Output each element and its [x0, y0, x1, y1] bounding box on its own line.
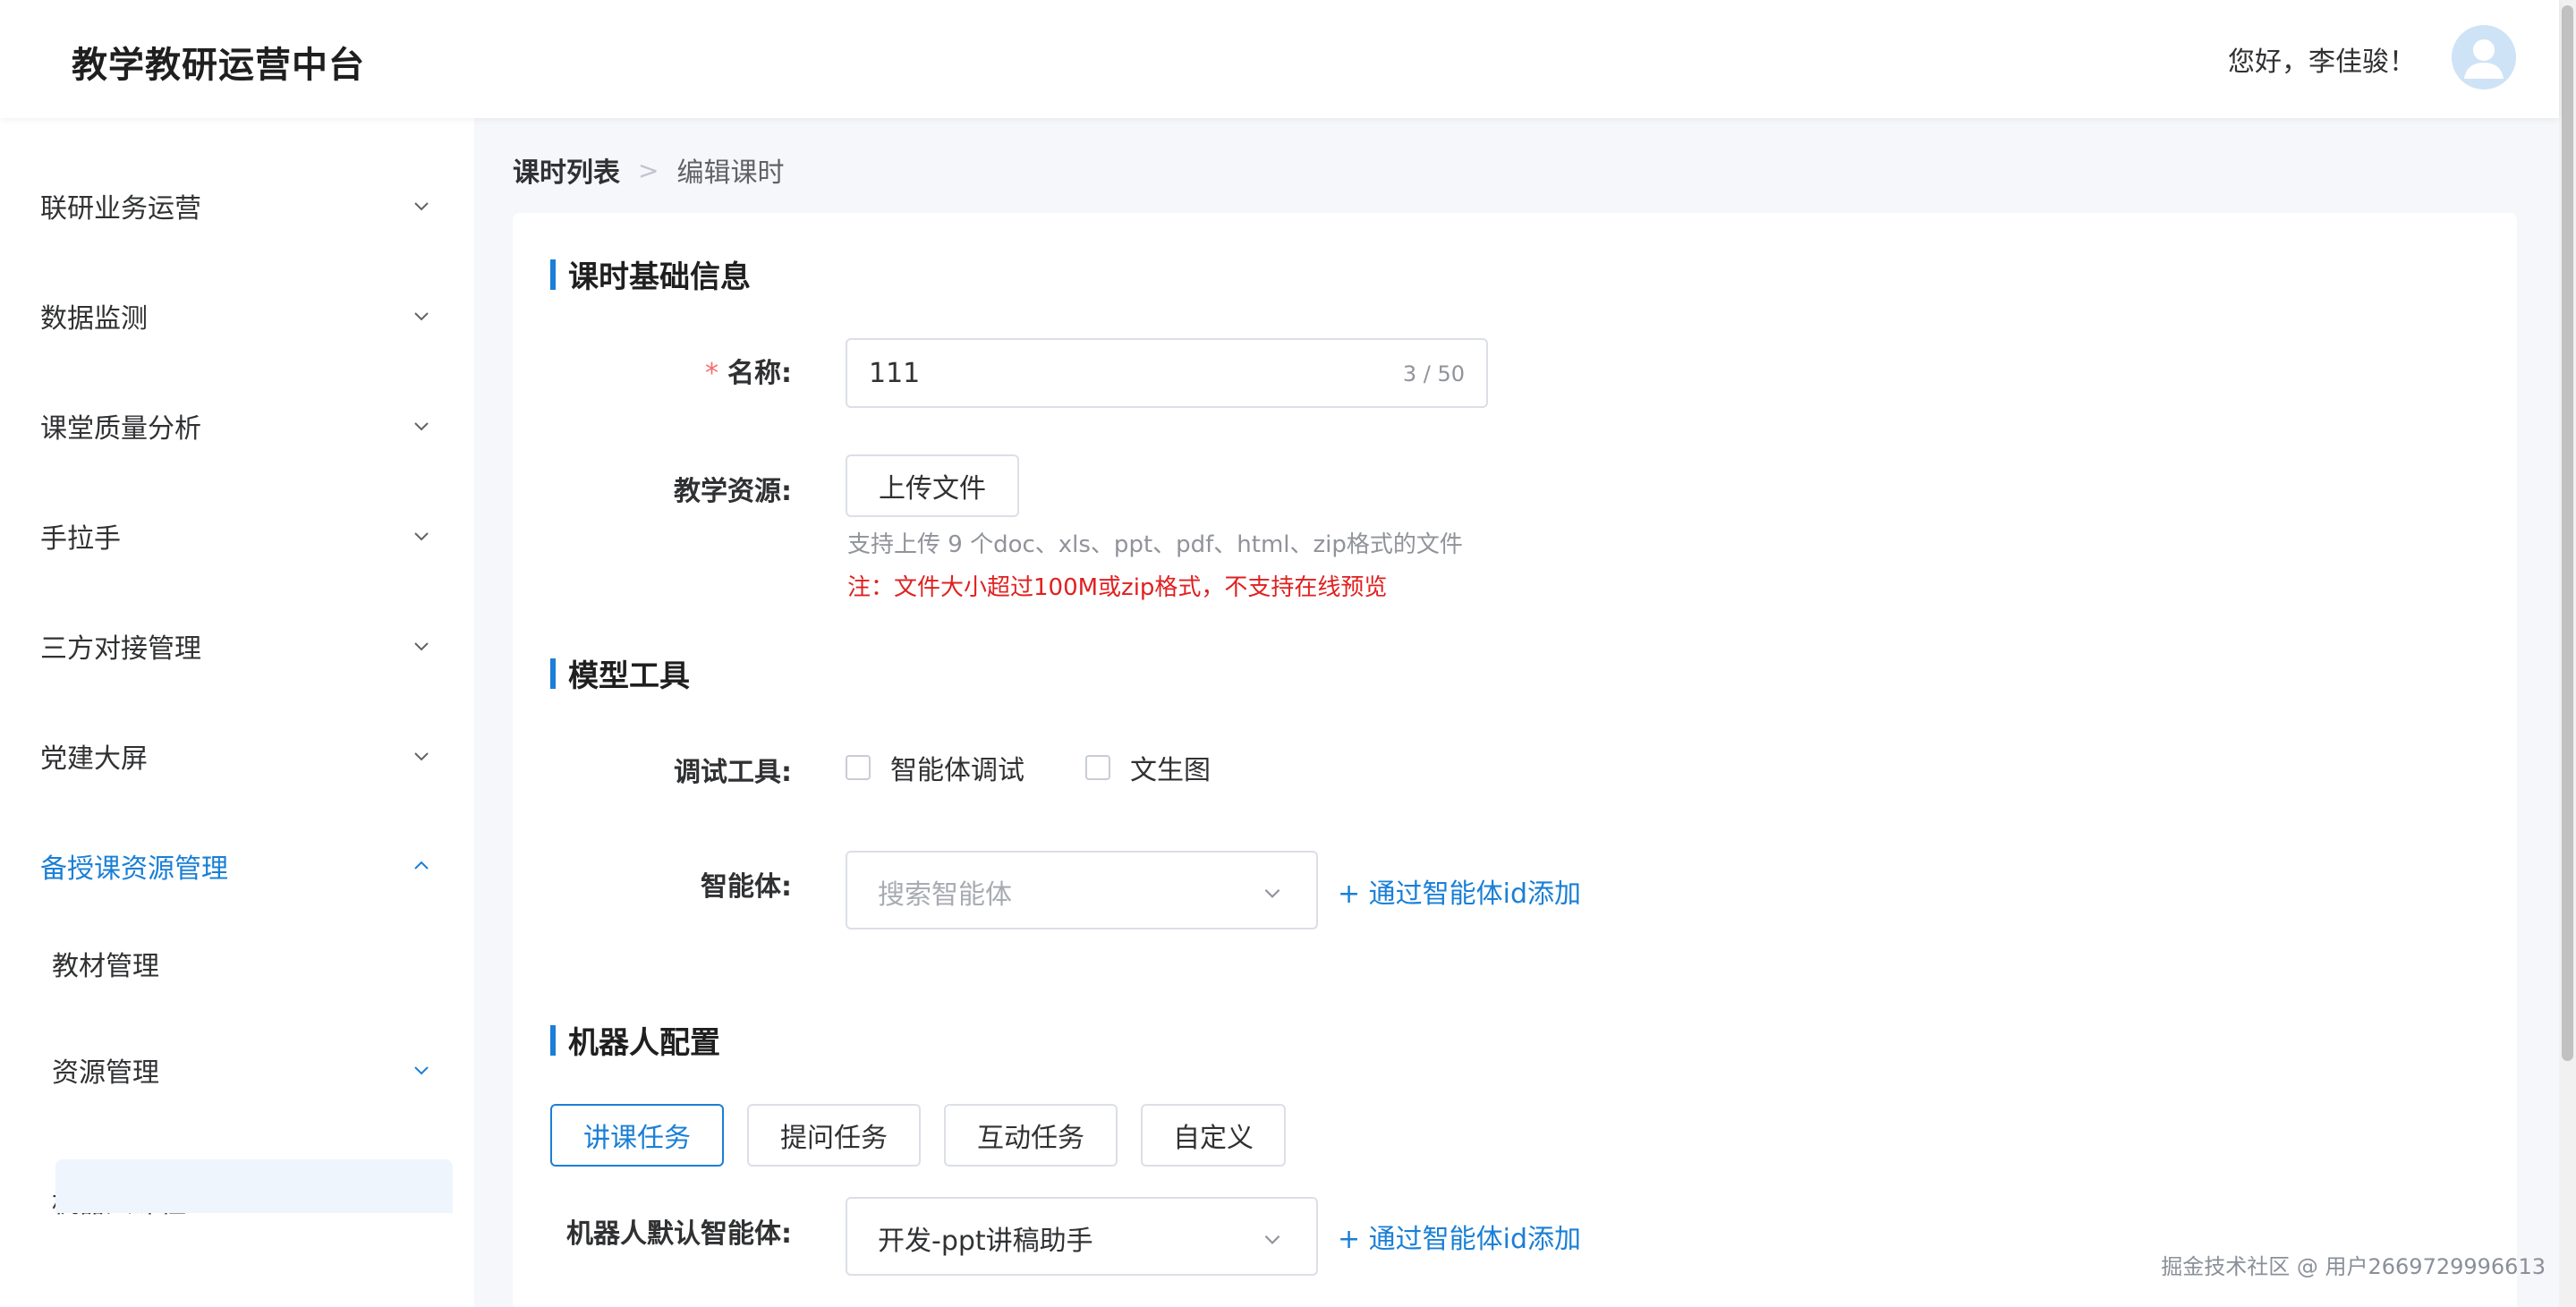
upload-hint: 支持上传 9 个doc、xls、ppt、pdf、html、zip格式的文件 — [847, 531, 1463, 558]
breadcrumb: 课时列表 > 编辑课时 — [513, 150, 784, 190]
chevron-down-icon — [407, 412, 436, 440]
checkbox-agent-debug[interactable]: 智能体调试 — [846, 748, 1024, 787]
chevron-down-icon — [407, 632, 436, 660]
name-label-text: 名称: — [727, 358, 792, 389]
name-input-value: 111 — [869, 358, 921, 389]
add-agent-by-id-link[interactable]: + 通过智能体id添加 — [1338, 871, 1581, 911]
sidebar-item-lianyan[interactable]: 联研业务运营 — [0, 161, 474, 250]
section-marker — [550, 1024, 556, 1056]
robot-default-agent-value: 开发-ppt讲稿助手 — [878, 1226, 1093, 1257]
section-title-text: 课时基础信息 — [568, 259, 751, 295]
scrollbar-thumb[interactable] — [2562, 5, 2573, 1061]
chevron-down-icon — [407, 301, 436, 330]
resource-label: 教学资源: — [674, 476, 792, 507]
sidebar-item-party-screen[interactable]: 党建大屏 — [0, 711, 474, 801]
breadcrumb-lesson-list[interactable]: 课时列表 — [513, 150, 620, 190]
sidebar-item-data-monitor[interactable]: 数据监测 — [0, 271, 474, 361]
chevron-down-icon — [1261, 1227, 1284, 1251]
checkbox-label: 文生图 — [1130, 755, 1211, 786]
section-title-text: 机器人配置 — [568, 1025, 720, 1061]
checkbox-text-to-image[interactable]: 文生图 — [1085, 748, 1211, 787]
sidebar-item-label: 党建大屏 — [40, 743, 148, 775]
debug-tool-label: 调试工具: — [674, 757, 792, 788]
robot-default-agent-label: 机器人默认智能体: — [566, 1218, 792, 1250]
robot-default-agent-select[interactable]: 开发-ppt讲稿助手 — [846, 1197, 1318, 1276]
app-title: 教学教研运营中台 — [72, 45, 365, 86]
top-header: 教学教研运营中台 您好，李佳骏！ — [0, 0, 2559, 118]
chevron-up-icon — [407, 852, 436, 880]
required-mark: * — [705, 358, 718, 389]
sidebar-subitem-textbook[interactable]: 教材管理 — [0, 919, 474, 1008]
tab-question-task[interactable]: 提问任务 — [747, 1104, 921, 1167]
sidebar-subitem-resource[interactable]: 资源管理 — [0, 1025, 474, 1115]
checkbox-box[interactable] — [1085, 755, 1110, 780]
page-scrollbar[interactable] — [2559, 0, 2576, 1307]
sidebar-item-label: 备授课资源管理 — [40, 853, 228, 885]
tab-custom[interactable]: 自定义 — [1141, 1104, 1286, 1167]
upload-warning: 注：文件大小超过100M或zip格式，不支持在线预览 — [847, 574, 1388, 601]
chevron-down-icon — [407, 1056, 436, 1084]
sidebar-item-label: 教材管理 — [52, 951, 159, 982]
agent-label: 智能体: — [701, 871, 792, 903]
watermark: 掘金技术社区 @ 用户2669729996613 — [2161, 1254, 2546, 1279]
sidebar-item-label: 联研业务运营 — [40, 193, 201, 225]
name-input[interactable]: 111 3 / 50 — [846, 338, 1488, 408]
form-card: 课时基础信息 * 名称: 111 3 / 50 教学资源: 上传文件 支持上传 9… — [513, 213, 2517, 1307]
tab-interaction-task[interactable]: 互动任务 — [944, 1104, 1118, 1167]
section-robot-config: 机器人配置 — [550, 1018, 720, 1062]
sidebar-item-label: 资源管理 — [52, 1057, 159, 1089]
upload-file-button[interactable]: 上传文件 — [846, 454, 1019, 517]
sidebar-item-hand-in-hand[interactable]: 手拉手 — [0, 491, 474, 581]
sidebar-item-classroom-quality[interactable]: 课堂质量分析 — [0, 381, 474, 471]
sidebar-item-label: 课堂质量分析 — [40, 413, 201, 445]
section-title-text: 模型工具 — [568, 658, 690, 694]
add-robot-agent-by-id-link[interactable]: + 通过智能体id添加 — [1338, 1217, 1581, 1256]
user-greeting: 您好，李佳骏！ — [2228, 47, 2416, 78]
chevron-down-icon — [407, 742, 436, 770]
section-marker — [550, 658, 556, 689]
agent-search-placeholder: 搜索智能体 — [878, 879, 1012, 911]
sidebar-item-label: 数据监测 — [40, 303, 148, 335]
sidebar-item-label: 手拉手 — [40, 523, 121, 555]
chevron-right-icon: > — [638, 155, 659, 185]
user-avatar-icon[interactable] — [2452, 25, 2516, 89]
sidebar: 联研业务运营 数据监测 课堂质量分析 手拉手 三方对接管理 党建大屏 备授课资源… — [0, 118, 474, 1307]
sidebar-item-label: 三方对接管理 — [40, 633, 201, 665]
name-char-count: 3 / 50 — [1402, 361, 1465, 386]
sidebar-subitem-highlight[interactable] — [55, 1159, 453, 1213]
agent-search-select[interactable]: 搜索智能体 — [846, 851, 1318, 929]
sidebar-item-lesson-resources[interactable]: 备授课资源管理 — [0, 821, 474, 911]
section-basic-info: 课时基础信息 — [550, 252, 751, 296]
sidebar-item-third-party[interactable]: 三方对接管理 — [0, 601, 474, 691]
name-label: * 名称: — [513, 351, 792, 390]
checkbox-box[interactable] — [846, 755, 871, 780]
tab-lecture-task[interactable]: 讲课任务 — [550, 1104, 724, 1167]
checkbox-label: 智能体调试 — [890, 755, 1024, 786]
chevron-down-icon — [1261, 881, 1284, 904]
breadcrumb-edit-lesson: 编辑课时 — [676, 157, 785, 189]
chevron-down-icon — [407, 522, 436, 550]
section-marker — [550, 259, 556, 290]
chevron-down-icon — [407, 191, 436, 220]
section-model-tools: 模型工具 — [550, 651, 690, 695]
